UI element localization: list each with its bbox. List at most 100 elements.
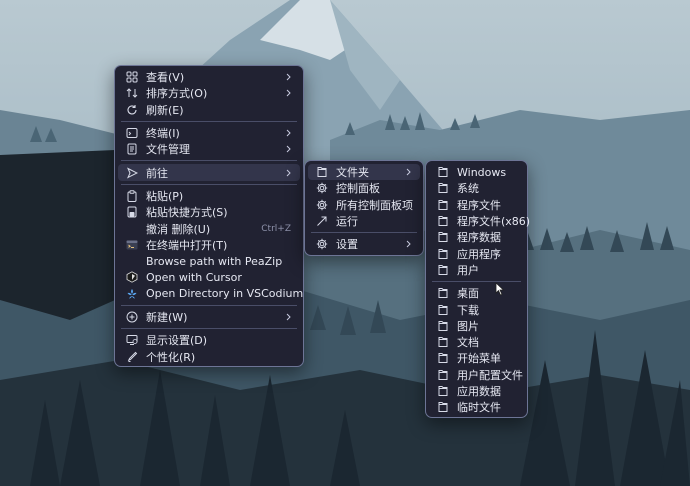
chevron-right-icon bbox=[285, 169, 292, 177]
context-menu-item[interactable]: 文件管理 bbox=[118, 141, 300, 157]
context-menu-item[interactable]: 前往 bbox=[118, 164, 300, 181]
folder-icon bbox=[437, 287, 449, 299]
folder-menu-item[interactable]: 用户 bbox=[429, 262, 524, 278]
context-menu-item[interactable]: 终端(I) bbox=[118, 125, 300, 141]
context-menu-item[interactable]: Browse path with PeaZip bbox=[118, 253, 300, 269]
menu-item-label: 文件夹 bbox=[336, 166, 369, 180]
display-icon bbox=[126, 334, 138, 346]
context-menu-item[interactable]: Open Directory in VSCodium bbox=[118, 286, 303, 302]
folder-menu-item[interactable]: 临时文件 bbox=[429, 399, 524, 415]
mouse-cursor-icon bbox=[495, 282, 505, 296]
menu-item-label: 在终端中打开(T) bbox=[146, 238, 228, 252]
folder-icon bbox=[437, 320, 449, 332]
menu-item-label: 粘贴(P) bbox=[146, 189, 184, 203]
menu-item-label: 开始菜单 bbox=[457, 352, 501, 366]
menu-item-label: 应用程序 bbox=[457, 247, 501, 261]
folder-icon bbox=[437, 166, 449, 178]
goto-menu-item[interactable]: 设置 bbox=[308, 236, 420, 252]
context-menu-item[interactable]: 新建(W) bbox=[118, 309, 300, 325]
context-menu-item[interactable]: 刷新(E) bbox=[118, 102, 300, 118]
menu-separator bbox=[311, 232, 417, 234]
folder-menu-item[interactable]: 应用数据 bbox=[429, 383, 524, 399]
menu-item-label: 文件管理 bbox=[146, 143, 190, 157]
file-manager-icon bbox=[126, 143, 138, 155]
menu-item-label: 控制面板 bbox=[336, 182, 380, 196]
folder-icon bbox=[437, 401, 449, 413]
empty-icon bbox=[126, 223, 138, 235]
new-icon bbox=[126, 311, 138, 323]
paste-shortcut-icon bbox=[126, 206, 138, 218]
folder-menu-item[interactable]: 用户配置文件 bbox=[429, 367, 524, 383]
context-menu-item[interactable]: 粘贴快捷方式(S) bbox=[118, 204, 300, 220]
menu-item-label: 刷新(E) bbox=[146, 103, 184, 117]
goto-menu-item[interactable]: 运行 bbox=[308, 213, 420, 229]
folder-menu-item[interactable]: 程序数据 bbox=[429, 229, 524, 245]
chevron-right-icon bbox=[285, 89, 292, 97]
menu-item-label: 用户配置文件 bbox=[457, 368, 523, 382]
folder-menu-item[interactable]: 应用程序 bbox=[429, 245, 524, 261]
menu-item-label: 程序数据 bbox=[457, 231, 501, 245]
menu-item-label: 个性化(R) bbox=[146, 350, 196, 364]
folder-icon bbox=[437, 182, 449, 194]
sort-icon bbox=[126, 87, 138, 99]
folder-menu-item[interactable]: 程序文件(x86) bbox=[429, 213, 530, 229]
folder-menu-item[interactable]: 文档 bbox=[429, 334, 524, 350]
gear-icon bbox=[316, 182, 328, 194]
folder-icon bbox=[437, 248, 449, 260]
chevron-right-icon bbox=[405, 240, 412, 248]
folder-icon bbox=[437, 385, 449, 397]
terminal-open-icon bbox=[126, 239, 138, 251]
folder-menu-item[interactable]: 图片 bbox=[429, 318, 524, 334]
folder-menu-item[interactable]: 桌面 bbox=[429, 285, 524, 301]
menu-item-label: 新建(W) bbox=[146, 311, 188, 324]
paste-icon bbox=[126, 190, 138, 202]
menu-item-label: 文档 bbox=[457, 336, 479, 350]
run-icon bbox=[316, 215, 328, 227]
menu-item-label: Open with Cursor bbox=[146, 270, 242, 284]
menu-separator bbox=[121, 160, 297, 162]
folder-menu-item[interactable]: 系统 bbox=[429, 180, 524, 196]
chevron-right-icon bbox=[285, 73, 292, 81]
goto-menu-item[interactable]: 所有控制面板项 bbox=[308, 197, 420, 213]
folder-menu-item[interactable]: Windows bbox=[429, 164, 524, 180]
menu-item-label: 程序文件 bbox=[457, 198, 501, 212]
context-menu-item[interactable]: 粘贴(P) bbox=[118, 188, 300, 204]
menu-item-label: 桌面 bbox=[457, 287, 479, 301]
folder-icon bbox=[437, 369, 449, 381]
terminal-icon bbox=[126, 127, 138, 139]
context-menu-item[interactable]: 显示设置(D) bbox=[118, 332, 300, 348]
menu-item-label: 设置 bbox=[336, 238, 358, 252]
menu-item-label: Browse path with PeaZip bbox=[146, 254, 283, 268]
menu-item-label: 显示设置(D) bbox=[146, 334, 208, 348]
folder-icon bbox=[437, 304, 449, 316]
context-menu-item[interactable]: 个性化(R) bbox=[118, 348, 300, 364]
view-icon bbox=[126, 71, 138, 83]
gear-icon bbox=[316, 238, 328, 250]
goto-menu-item[interactable]: 控制面板 bbox=[308, 180, 420, 196]
menu-item-label: Windows bbox=[457, 165, 507, 179]
folder-menu-item[interactable]: 下载 bbox=[429, 301, 524, 317]
folder-icon bbox=[437, 264, 449, 276]
folder-menu-item[interactable]: 程序文件 bbox=[429, 197, 524, 213]
context-menu-item[interactable]: 排序方式(O) bbox=[118, 85, 300, 101]
context-menu-item[interactable]: 查看(V) bbox=[118, 69, 300, 85]
folder-icon bbox=[437, 199, 449, 211]
folder-icon bbox=[437, 215, 449, 227]
goto-menu-item[interactable]: 文件夹 bbox=[308, 164, 420, 181]
shortcut-hint: Ctrl+Z bbox=[261, 223, 291, 234]
menu-item-label: 所有控制面板项 bbox=[336, 198, 413, 212]
menu-separator bbox=[121, 304, 297, 306]
menu-item-label: 用户 bbox=[457, 263, 479, 277]
context-menu-item[interactable]: 在终端中打开(T) bbox=[118, 237, 300, 253]
folder-submenu: Windows 系统程序文件 程序文件(x86) 程序数据应用程序用户桌面 下载图片文档… bbox=[425, 160, 530, 418]
menu-item-label: 图片 bbox=[457, 319, 479, 333]
menu-item-label: 粘贴快捷方式(S) bbox=[146, 206, 228, 220]
context-menu-item[interactable]: Open with Cursor bbox=[118, 269, 300, 285]
menu-item-label: 排序方式(O) bbox=[146, 87, 208, 101]
context-menu-item[interactable]: 撤消 删除(U) Ctrl+Z bbox=[118, 220, 300, 236]
menu-item-label: 系统 bbox=[457, 182, 479, 196]
folder-menu-item[interactable]: 开始菜单 bbox=[429, 350, 524, 366]
menu-item-label: 应用数据 bbox=[457, 385, 501, 398]
menu-item-label: 临时文件 bbox=[457, 401, 501, 415]
folder-icon bbox=[316, 166, 328, 178]
